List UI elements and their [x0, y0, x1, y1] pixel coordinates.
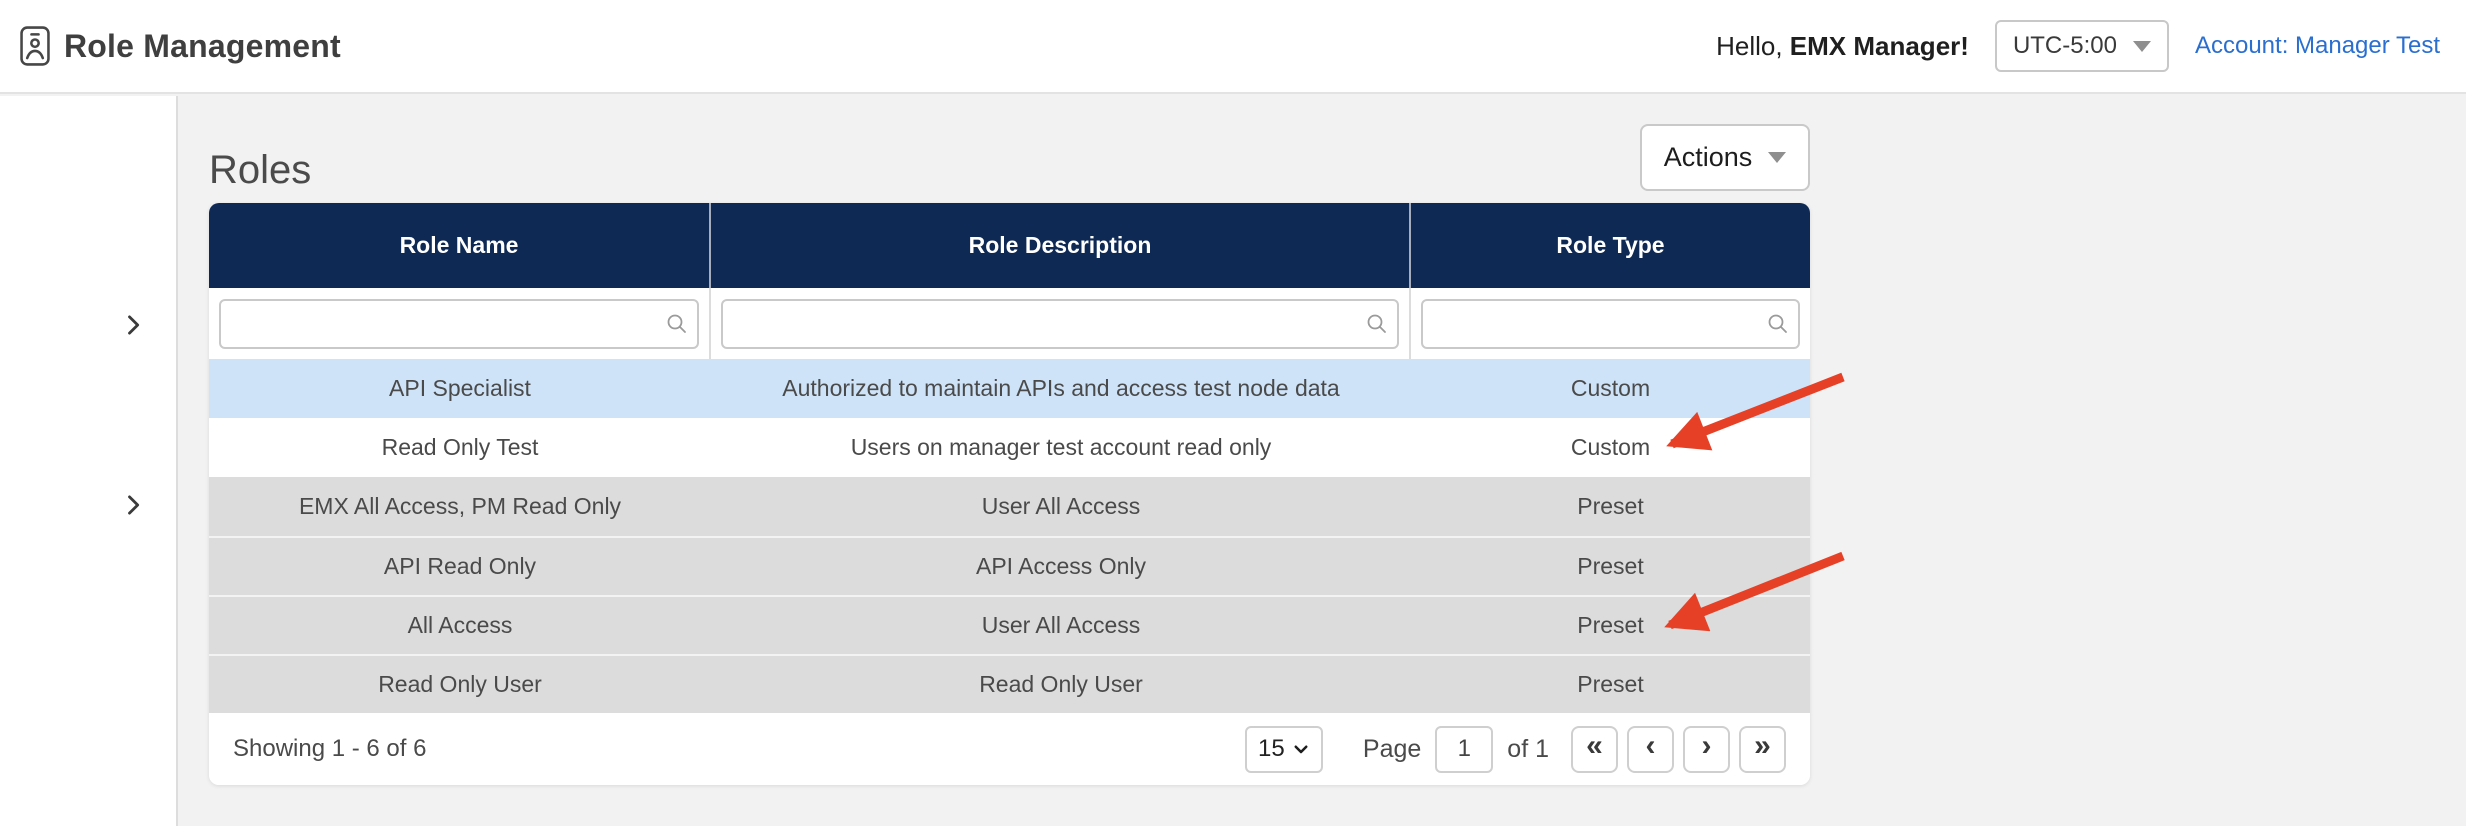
filter-input-role-description[interactable]: [721, 299, 1399, 349]
page-number-input[interactable]: [1435, 726, 1493, 773]
table-header-row: Role NameRole DescriptionRole Type: [209, 203, 1810, 288]
role-name-cell: Read Only User: [209, 656, 711, 713]
filter-cell-role-type: [1411, 288, 1810, 359]
roles-table: Role NameRole DescriptionRole Type API S…: [209, 203, 1810, 785]
role-description-cell: Users on manager test account read only: [711, 418, 1411, 477]
pagination-controls: 15 Page of 1 «‹›»: [1245, 726, 1786, 773]
role-description-cell: API Access Only: [711, 538, 1411, 595]
chevron-down-icon: [1292, 740, 1310, 758]
page-size-select[interactable]: 15: [1245, 726, 1323, 773]
filter-input-role-type[interactable]: [1421, 299, 1800, 349]
section-title: Roles: [209, 148, 311, 193]
role-type-cell: Preset: [1411, 656, 1810, 713]
chevron-down-icon: [2133, 41, 2151, 52]
last-page-button[interactable]: »: [1739, 726, 1786, 773]
chevron-down-icon: [1768, 152, 1786, 163]
top-bar: Role Management Hello, EMX Manager! UTC-…: [0, 0, 2466, 94]
user-name: EMX Manager!: [1790, 31, 1969, 61]
page-title: Role Management: [64, 28, 341, 65]
role-name-cell: API Read Only: [209, 538, 711, 595]
first-page-button[interactable]: «: [1571, 726, 1618, 773]
role-description-cell: Read Only User: [711, 656, 1411, 713]
table-row-all-access[interactable]: All AccessUser All AccessPreset: [209, 595, 1810, 654]
actions-label: Actions: [1664, 142, 1753, 173]
table-row-api-read-only[interactable]: API Read OnlyAPI Access OnlyPreset: [209, 536, 1810, 595]
showing-count-text: Showing 1 - 6 of 6: [233, 735, 426, 763]
table-filter-row: [209, 288, 1810, 359]
filter-cell-role-description: [711, 288, 1411, 359]
table-row-read-only-user[interactable]: Read Only UserRead Only UserPreset: [209, 654, 1810, 713]
role-type-cell: Preset: [1411, 477, 1810, 536]
role-name-cell: API Specialist: [209, 359, 711, 418]
table-body: API SpecialistAuthorized to maintain API…: [209, 359, 1810, 713]
table-row-read-only-test[interactable]: Read Only TestUsers on manager test acco…: [209, 418, 1810, 477]
timezone-select[interactable]: UTC-5:00: [1995, 20, 2169, 72]
column-header-role-type: Role Type: [1411, 203, 1810, 288]
table-footer: Showing 1 - 6 of 6 15 Page of 1 «‹›»: [209, 713, 1810, 785]
sidebar-expand-icon-2[interactable]: [116, 488, 150, 522]
page-label: Page: [1363, 735, 1421, 764]
next-page-button[interactable]: ›: [1683, 726, 1730, 773]
role-type-cell: Custom: [1411, 418, 1810, 477]
table-row-emx-all-access-pm-read-only[interactable]: EMX All Access, PM Read OnlyUser All Acc…: [209, 477, 1810, 536]
role-type-cell: Custom: [1411, 359, 1810, 418]
role-badge-icon: [18, 24, 52, 68]
role-description-cell: User All Access: [711, 477, 1411, 536]
pagination-buttons: «‹›»: [1571, 726, 1786, 773]
greeting-text: Hello, EMX Manager!: [1716, 31, 1969, 62]
sidebar: [0, 96, 178, 826]
role-type-cell: Preset: [1411, 538, 1810, 595]
role-name-cell: Read Only Test: [209, 418, 711, 477]
account-link[interactable]: Account: Manager Test: [2195, 32, 2440, 60]
page-size-value: 15: [1258, 735, 1285, 763]
role-description-cell: Authorized to maintain APIs and access t…: [711, 359, 1411, 418]
page-of-label: of 1: [1507, 735, 1549, 764]
filter-cell-role-name: [209, 288, 711, 359]
table-row-api-specialist[interactable]: API SpecialistAuthorized to maintain API…: [209, 359, 1810, 418]
role-description-cell: User All Access: [711, 597, 1411, 654]
column-header-role-description: Role Description: [711, 203, 1411, 288]
role-name-cell: All Access: [209, 597, 711, 654]
filter-input-role-name[interactable]: [219, 299, 699, 349]
role-type-cell: Preset: [1411, 597, 1810, 654]
actions-button[interactable]: Actions: [1640, 124, 1810, 191]
previous-page-button[interactable]: ‹: [1627, 726, 1674, 773]
timezone-value: UTC-5:00: [2013, 32, 2117, 60]
sidebar-expand-icon-1[interactable]: [116, 308, 150, 342]
role-name-cell: EMX All Access, PM Read Only: [209, 477, 711, 536]
column-header-role-name: Role Name: [209, 203, 711, 288]
